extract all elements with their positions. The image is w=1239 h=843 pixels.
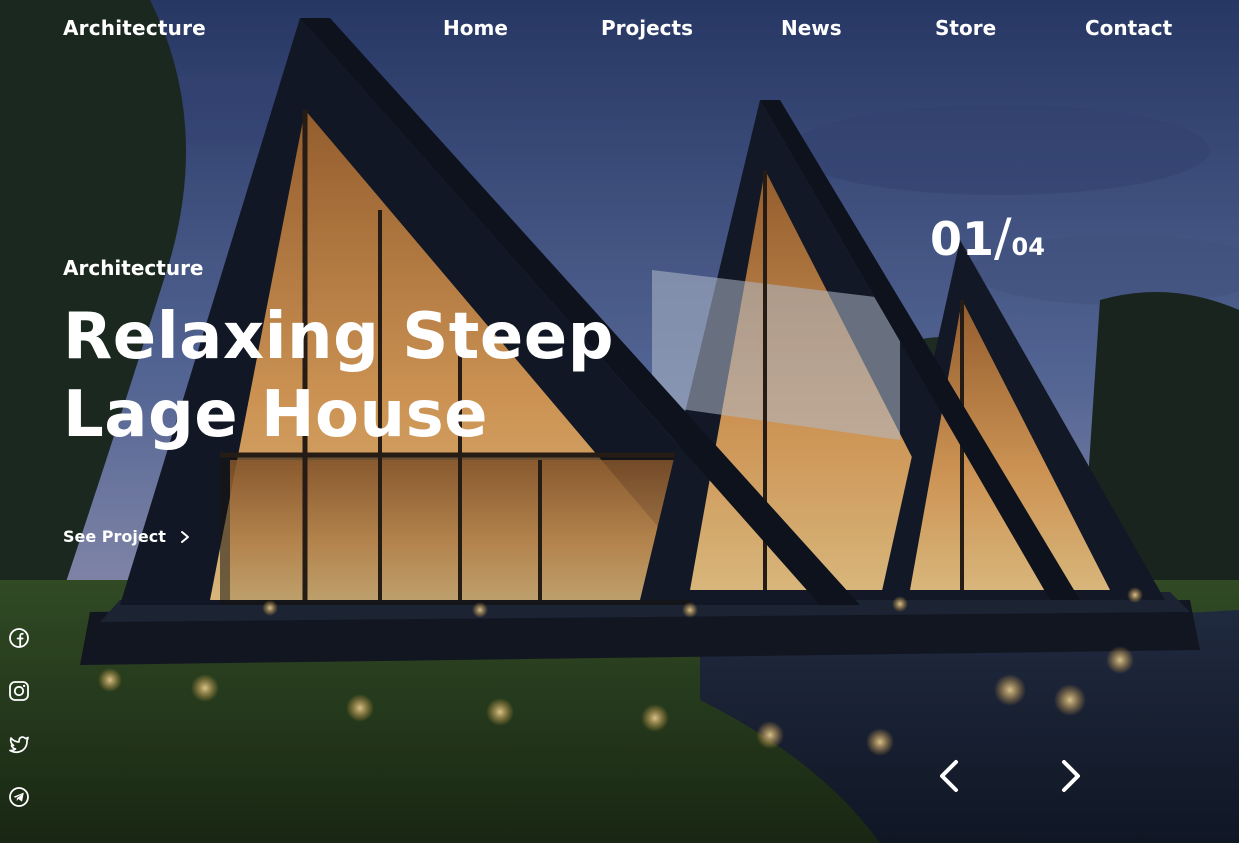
chevron-left-icon [940,760,958,792]
slide-counter: 01/04 [930,208,1045,268]
chevron-right-icon [180,530,189,543]
telegram-icon[interactable] [8,786,30,808]
nav-news[interactable]: News [781,16,842,40]
hero-category: Architecture [63,256,204,280]
next-slide-button[interactable] [1050,756,1090,796]
slide-total: 04 [1011,233,1045,261]
nav-store[interactable]: Store [935,16,996,40]
facebook-icon[interactable] [8,627,30,649]
twitter-icon[interactable] [8,733,30,755]
nav-home[interactable]: Home [443,16,508,40]
hero-title-line-1: Relaxing Steep [63,300,614,374]
previous-slide-button[interactable] [930,756,970,796]
nav-contact[interactable]: Contact [1085,16,1172,40]
hero-title: Relaxing Steep Lage House [63,298,683,454]
see-project-label: See Project [63,527,166,546]
chevron-right-icon [1062,760,1080,792]
slide-current: 01 [930,212,995,266]
see-project-link[interactable]: See Project [63,527,192,546]
slide-separator: / [994,208,1012,268]
hero-title-line-2: Lage House [63,378,489,452]
hero-slider: Architecture Home Projects News Store Co… [0,0,1239,843]
main-nav: Home Projects News Store Contact [0,16,1239,44]
instagram-icon[interactable] [8,680,30,702]
nav-projects[interactable]: Projects [601,16,693,40]
